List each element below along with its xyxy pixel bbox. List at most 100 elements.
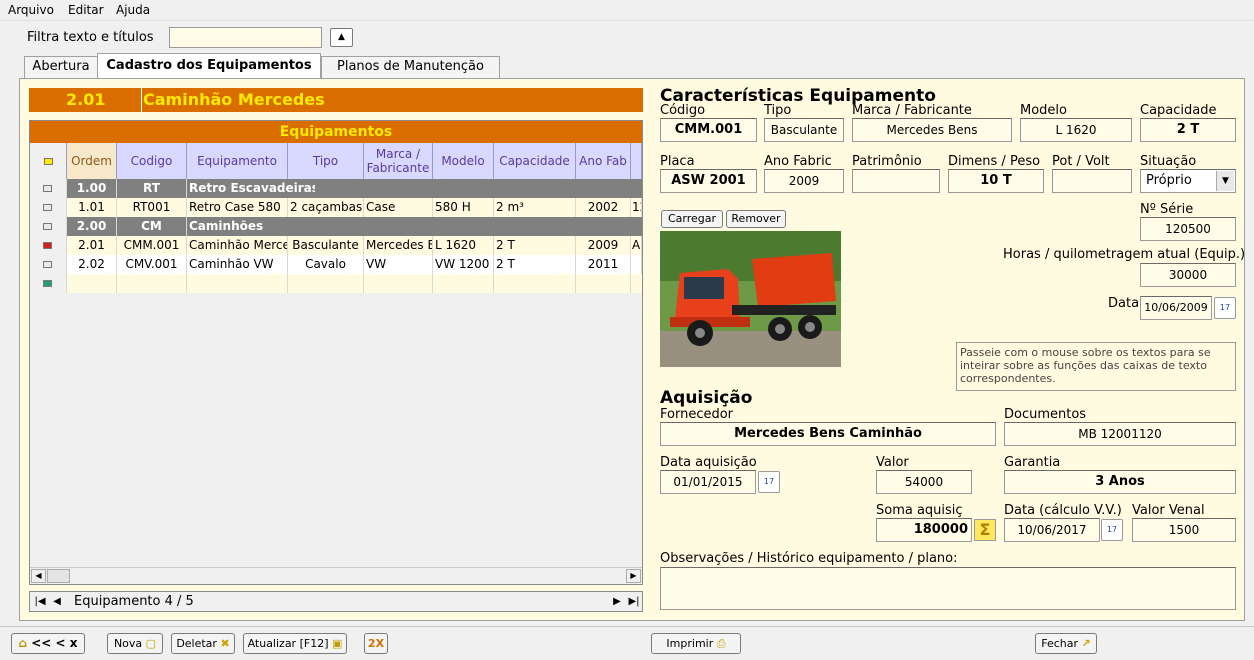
row-selector-icon — [43, 204, 52, 211]
tab-cadastro[interactable]: Cadastro dos Equipamentos — [97, 53, 321, 79]
tab-abertura[interactable]: Abertura — [24, 56, 98, 78]
chevron-down-icon[interactable]: ▼ — [1216, 171, 1234, 191]
field-ano[interactable]: 2009 — [764, 169, 844, 193]
atualizar-button[interactable]: Atualizar [F12] ▣ — [243, 633, 347, 654]
field-soma[interactable]: 180000 — [876, 518, 972, 542]
field-garantia[interactable]: 3 Anos — [1004, 470, 1236, 494]
field-horas[interactable]: 30000 — [1140, 263, 1236, 287]
remover-button[interactable]: Remover — [726, 210, 786, 228]
calendar-icon[interactable]: 17 — [1214, 297, 1236, 319]
bottom-toolbar: ⌂ << < x Nova ▢ Deletar ✖ Atualizar [F12… — [0, 626, 1254, 660]
menu-editar[interactable]: Editar — [68, 3, 104, 17]
field-valor[interactable]: 54000 — [876, 470, 972, 494]
scroll-right-icon[interactable]: ▶ — [626, 569, 641, 583]
table-row[interactable]: 1.00 RT Retro Escavadeiras — [30, 179, 642, 198]
exit-arrow-icon: ↗ — [1081, 637, 1091, 650]
cell-equip: Caminhão VW — [187, 255, 288, 274]
field-tipo[interactable]: Basculante — [764, 118, 844, 142]
cell-codigo: CMM.001 — [117, 236, 187, 255]
grid-title: Equipamentos — [30, 121, 642, 143]
duplicate-button[interactable]: 2X — [364, 633, 388, 654]
first-record-icon[interactable]: |◀ — [32, 593, 48, 610]
field-marca[interactable]: Mercedes Bens — [852, 118, 1012, 142]
save-icon: ▣ — [332, 637, 343, 650]
col-ano[interactable]: Ano Fab — [576, 143, 631, 179]
label-soma: Soma aquisiç — [876, 503, 963, 518]
fechar-button[interactable]: Fechar ↗ — [1035, 633, 1097, 654]
last-record-icon[interactable]: ▶| — [626, 593, 642, 610]
label-data-vv: Data (cálculo V.V.) — [1004, 503, 1122, 518]
nova-label: Nova — [113, 637, 143, 650]
field-observacoes[interactable] — [660, 567, 1236, 610]
field-data[interactable]: 10/06/2009 — [1140, 296, 1212, 320]
field-data-vv[interactable]: 10/06/2017 — [1004, 518, 1100, 542]
home-icon[interactable]: ⌂ — [18, 636, 27, 650]
label-tipo: Tipo — [764, 103, 792, 118]
sum-icon[interactable]: Σ — [974, 519, 996, 541]
col-tipo[interactable]: Tipo — [288, 143, 364, 179]
horizontal-scrollbar[interactable]: ◀ ▶ — [30, 567, 642, 583]
tab-planos[interactable]: Planos de Manutenção — [321, 56, 500, 78]
table-row[interactable]: 1.01 RT001 Retro Case 580 2 caçambas Cas… — [30, 198, 642, 217]
filter-toggle-button[interactable]: ▲ — [330, 28, 353, 47]
field-codigo[interactable]: CMM.001 — [660, 118, 757, 142]
cell-extra — [631, 255, 642, 274]
field-pot[interactable] — [1052, 169, 1132, 193]
next-record-icon[interactable]: ▶ — [610, 593, 624, 610]
col-capacidade[interactable]: Capacidade — [494, 143, 576, 179]
record-code: 2.01 — [66, 90, 106, 109]
col-codigo[interactable]: Codigo — [117, 143, 187, 179]
field-patrimonio[interactable] — [852, 169, 940, 193]
field-fornecedor[interactable]: Mercedes Bens Caminhão — [660, 422, 996, 446]
filter-input[interactable] — [169, 27, 322, 48]
new-doc-icon: ▢ — [145, 637, 157, 650]
col-ordem[interactable]: Ordem — [67, 143, 117, 179]
row-selector-icon — [43, 261, 52, 268]
close-x-button[interactable]: x — [70, 636, 78, 650]
cell-ordem: 1.01 — [67, 198, 117, 217]
field-placa[interactable]: ASW 2001 — [660, 169, 757, 193]
cell-modelo: 580 H — [433, 198, 494, 217]
prev-button[interactable]: < — [56, 636, 66, 650]
table-row-selected[interactable]: 2.01 CMM.001 Caminhão Mercedes Basculant… — [30, 236, 642, 255]
field-serie[interactable]: 120500 — [1140, 217, 1236, 241]
new-row[interactable] — [30, 274, 642, 293]
field-modelo[interactable]: L 1620 — [1020, 118, 1132, 142]
field-valor-venal[interactable]: 1500 — [1132, 518, 1236, 542]
calendar-icon[interactable]: 17 — [1101, 519, 1123, 541]
nova-button[interactable]: Nova ▢ — [107, 633, 163, 654]
menu-bar: Arquivo Editar Ajuda — [0, 0, 1254, 21]
scroll-left-icon[interactable]: ◀ — [31, 569, 46, 583]
cell-codigo: CM — [117, 217, 187, 236]
field-data-aquisicao[interactable]: 01/01/2015 — [660, 470, 756, 494]
select-all-header[interactable] — [30, 143, 67, 179]
calendar-icon[interactable]: 17 — [758, 471, 780, 493]
table-row[interactable]: 2.00 CM Caminhões — [30, 217, 642, 236]
imprimir-button[interactable]: Imprimir ⎙ — [651, 633, 741, 654]
deletar-button[interactable]: Deletar ✖ — [171, 633, 235, 654]
field-dimens[interactable]: 10 T — [948, 169, 1044, 193]
menu-arquivo[interactable]: Arquivo — [8, 3, 54, 17]
record-name: Caminhão Mercedes — [143, 90, 325, 109]
label-capacidade: Capacidade — [1140, 103, 1217, 118]
prev-record-icon[interactable]: ◀ — [50, 593, 64, 610]
carregar-button[interactable]: Carregar — [661, 210, 723, 228]
record-nav-group: ⌂ << < x — [11, 633, 85, 654]
cell-codigo: CMV.001 — [117, 255, 187, 274]
select-situacao[interactable]: Próprio ▼ — [1140, 169, 1236, 193]
col-marca[interactable]: Marca / Fabricante — [364, 143, 433, 179]
cell-modelo: L 1620 — [433, 236, 494, 255]
table-row[interactable]: 2.02 CMV.001 Caminhão VW Cavalo VW VW 12… — [30, 255, 642, 274]
cell-ano: 2011 — [576, 255, 631, 274]
cell-codigo: RT001 — [117, 198, 187, 217]
first-button[interactable]: << — [31, 636, 51, 650]
col-equipamento[interactable]: Equipamento — [187, 143, 288, 179]
cell-ordem: 1.00 — [67, 179, 117, 198]
field-capacidade[interactable]: 2 T — [1140, 118, 1236, 142]
menu-ajuda[interactable]: Ajuda — [116, 3, 150, 17]
scroll-thumb[interactable] — [47, 569, 70, 583]
imprimir-label: Imprimir — [666, 637, 714, 650]
field-documentos[interactable]: MB 12001120 — [1004, 422, 1236, 446]
cell-equip: Caminhões — [189, 219, 264, 233]
col-modelo[interactable]: Modelo — [433, 143, 494, 179]
